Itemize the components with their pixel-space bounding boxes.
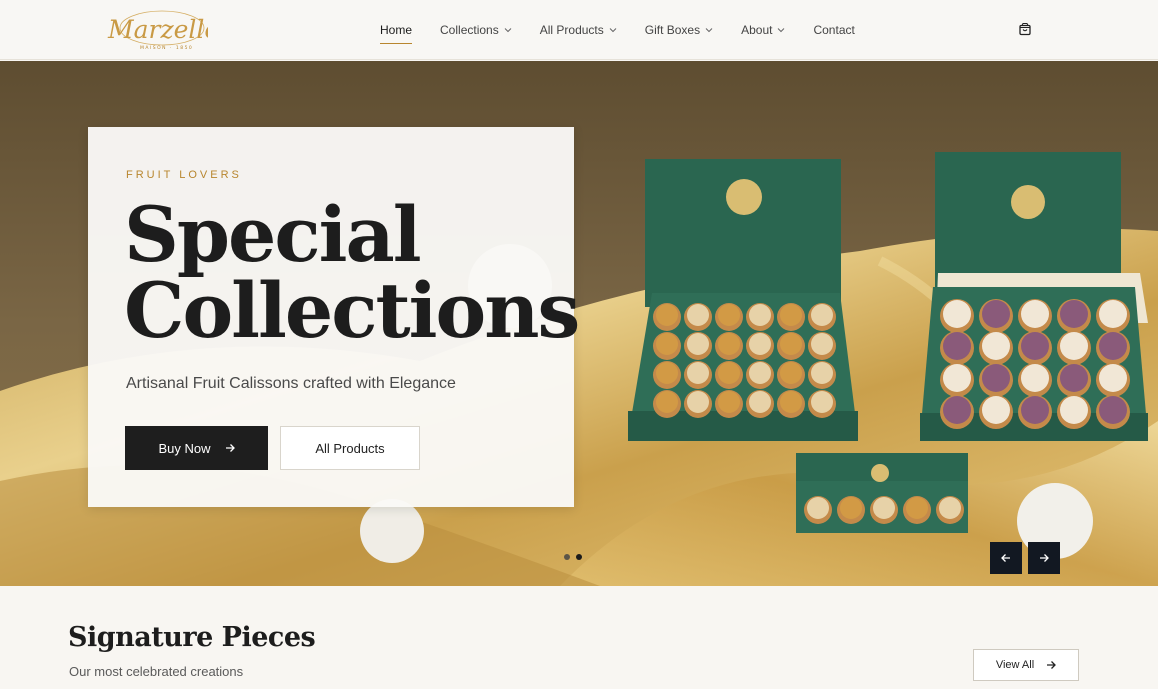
chevron-down-icon <box>504 28 512 33</box>
prev-slide-button[interactable] <box>990 542 1022 574</box>
slide-dot[interactable] <box>564 554 570 560</box>
view-all-button[interactable]: View All <box>973 649 1079 681</box>
all-products-label: All Products <box>315 440 385 456</box>
hero-title-line2: Collections <box>124 266 580 355</box>
slide-dot-active[interactable] <box>576 554 582 560</box>
nav-label: About <box>741 23 773 37</box>
view-all-label: View All <box>995 659 1035 671</box>
all-products-button[interactable]: All Products <box>280 426 420 470</box>
arrow-right-icon <box>1047 661 1057 669</box>
hero-title: Special Collections <box>124 190 580 355</box>
brand-tagline: MAISON · 1850 <box>140 45 193 51</box>
nav-item-home[interactable]: Home <box>380 22 413 44</box>
arrow-right-icon <box>225 444 235 452</box>
brand-name: Marzelle <box>107 15 208 44</box>
nav-label: All Products <box>539 23 604 37</box>
hero-slider: FRUIT LOVERS Special Collections Artisan… <box>0 61 1158 586</box>
section-subtitle: Our most celebrated creations <box>69 664 244 679</box>
main-nav: Home Collections All Products Gift Boxes… <box>380 22 883 44</box>
arrow-left-icon <box>1001 554 1010 562</box>
nav-label: Contact <box>813 23 855 37</box>
buy-now-label: Buy Now <box>158 440 211 456</box>
nav-label: Collections <box>440 23 499 37</box>
slide-indicators <box>564 554 588 560</box>
nav-item-collections[interactable]: Collections <box>440 22 512 38</box>
hero-eyebrow: FRUIT LOVERS <box>126 169 242 181</box>
nav-item-all-products[interactable]: All Products <box>540 22 617 38</box>
section-title: Signature Pieces <box>68 622 316 653</box>
brand-logo[interactable]: Marzelle MAISON · 1850 <box>104 6 208 52</box>
chevron-down-icon <box>609 28 617 33</box>
nav-item-about[interactable]: About <box>741 22 785 38</box>
buy-now-button[interactable]: Buy Now <box>125 426 268 470</box>
chevron-down-icon <box>705 28 713 33</box>
next-slide-button[interactable] <box>1028 542 1060 574</box>
nav-label: Gift Boxes <box>644 23 701 37</box>
arrow-right-icon <box>1040 554 1049 562</box>
site-header: Marzelle MAISON · 1850 Home Collections … <box>0 0 1158 60</box>
hero-subtitle: Artisanal Fruit Calissons crafted with E… <box>126 375 456 392</box>
hero-title-line1: Special <box>124 190 422 279</box>
nav-item-contact[interactable]: Contact <box>813 22 854 38</box>
chevron-down-icon <box>778 28 785 33</box>
nav-item-gift-boxes[interactable]: Gift Boxes <box>645 22 713 38</box>
hero-card: FRUIT LOVERS Special Collections Artisan… <box>88 127 580 507</box>
nav-label: Home <box>380 23 413 37</box>
shopping-bag-icon[interactable] <box>1018 22 1032 36</box>
